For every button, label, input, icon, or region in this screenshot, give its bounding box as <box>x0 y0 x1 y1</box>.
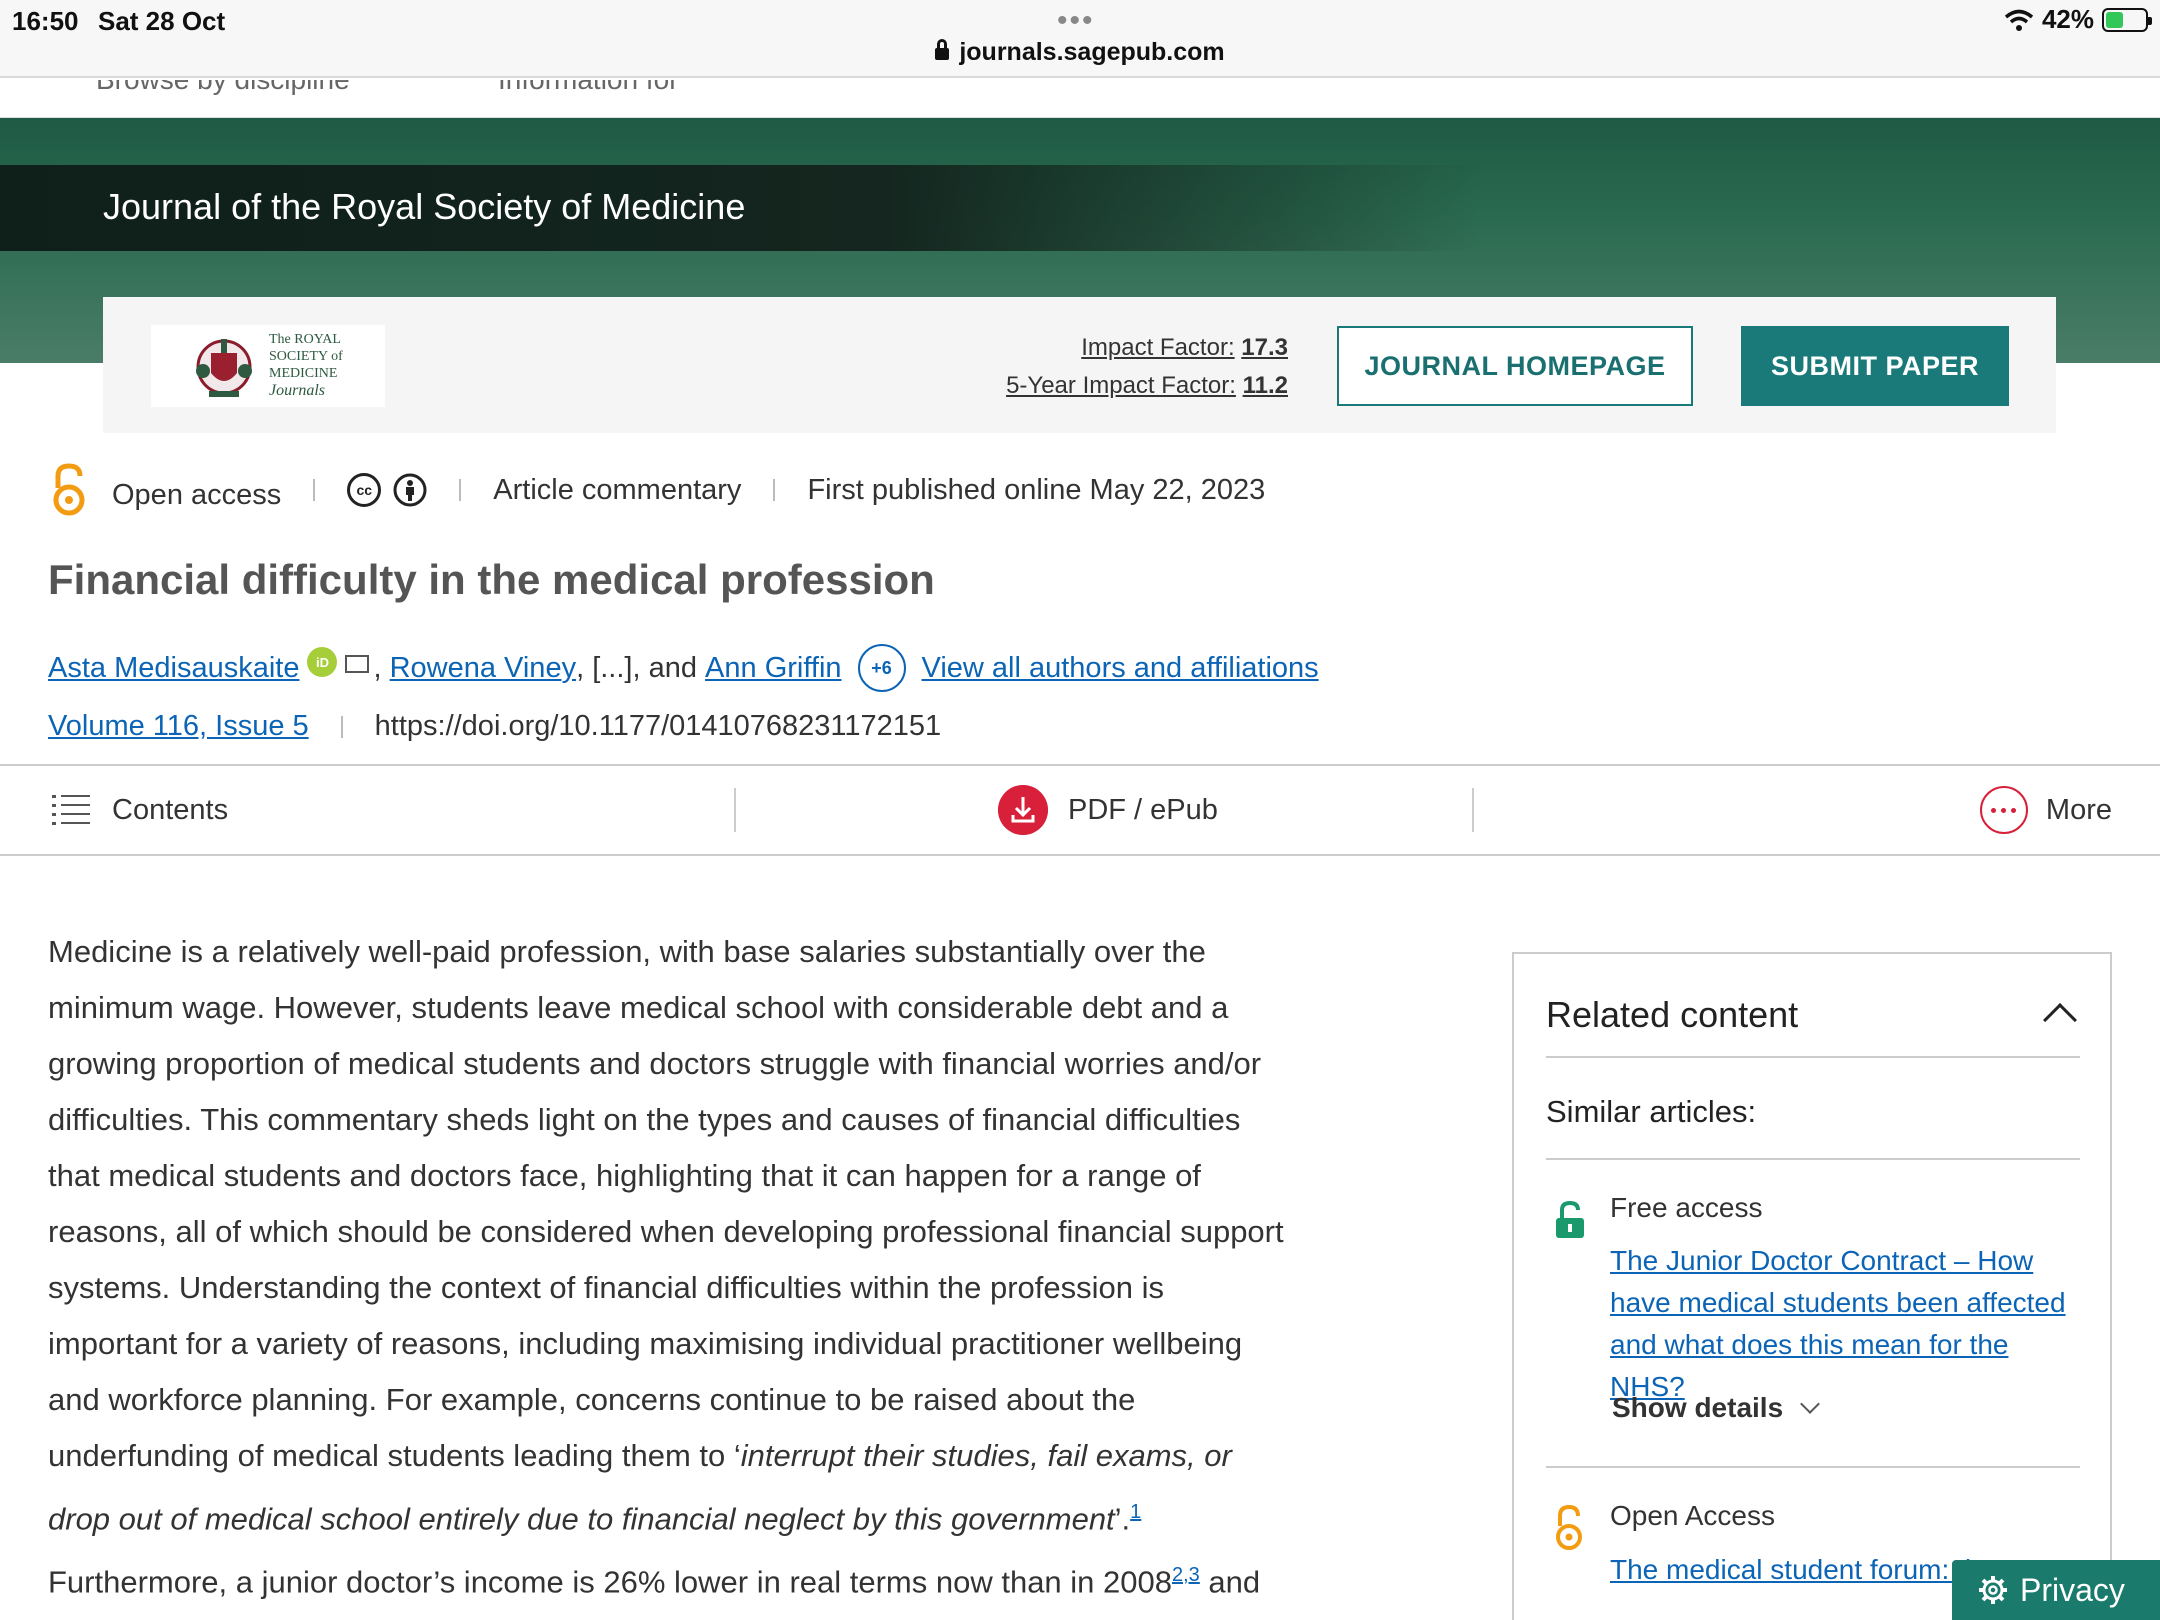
authors-ellipsis[interactable]: , [...], and <box>576 652 705 685</box>
divider <box>340 715 343 738</box>
impact-factors[interactable]: Impact Factor: 17.3 5-Year Impact Factor… <box>1006 329 1288 405</box>
logo-wordmark: The ROYAL SOCIETY of MEDICINE Journals <box>269 332 343 399</box>
author-link[interactable]: Asta Medisauskaite <box>48 652 299 685</box>
attribution-icon[interactable] <box>393 473 427 507</box>
reference-link[interactable]: 2,3 <box>1172 1564 1200 1586</box>
volume-issue-link[interactable]: Volume 116, Issue 5 <box>48 710 309 743</box>
pdf-label: PDF / ePub <box>1068 793 1218 826</box>
chevron-up-icon[interactable] <box>2043 1003 2077 1037</box>
free-access-label: Free access <box>1610 1192 1763 1223</box>
crest-icon <box>196 339 252 397</box>
multitasking-dots-icon[interactable]: ••• <box>1057 4 1095 38</box>
date: Sat 28 Oct <box>98 6 226 36</box>
list-icon <box>52 795 90 825</box>
more-authors-badge[interactable]: +6 <box>857 644 906 692</box>
clock: 16:50 <box>12 6 79 36</box>
open-access-icon <box>53 463 85 516</box>
pdf-epub-button[interactable]: PDF / ePub <box>998 766 1218 854</box>
wifi-icon <box>2004 9 2034 31</box>
journal-homepage-button[interactable]: JOURNAL HOMEPAGE <box>1337 326 1693 406</box>
url-text: journals.sagepub.com <box>959 38 1225 66</box>
access-label: Open access <box>112 478 282 511</box>
open-access-icon <box>1556 1504 1582 1550</box>
open-access-label: Open Access <box>1610 1500 1775 1531</box>
chevron-down-icon <box>1800 1394 1821 1414</box>
reference-link[interactable]: 1 <box>1130 1501 1141 1523</box>
browse-by-discipline-link[interactable]: Browse by discipline <box>96 80 350 96</box>
divider <box>313 479 316 501</box>
contents-label: Contents <box>112 793 229 826</box>
information-for-link[interactable]: Information for <box>498 80 679 96</box>
divider <box>773 479 776 501</box>
journal-logo[interactable]: The ROYAL SOCIETY of MEDICINE Journals <box>151 325 385 407</box>
contents-button[interactable]: Contents <box>52 766 228 854</box>
article-body: Medicine is a relatively well-paid profe… <box>48 934 1284 1600</box>
related-content-panel: Related content Similar articles: Free a… <box>1512 952 2112 1620</box>
doi-text[interactable]: https://doi.org/10.1177/0141076823117215… <box>375 710 942 743</box>
related-article: Free access The Junior Doctor Contract –… <box>1546 1192 2080 1468</box>
site-subnav: Browse by discipline Information for <box>0 80 2160 118</box>
battery-icon <box>2102 7 2152 32</box>
related-content-header[interactable]: Related content <box>1546 994 2080 1058</box>
creative-commons-icon[interactable]: cc <box>347 473 382 507</box>
author-list: Asta Medisauskaite iD , Rowena Viney , [… <box>48 644 1319 692</box>
gear-icon <box>1979 1576 2007 1604</box>
email-icon[interactable] <box>345 655 370 673</box>
privacy-button[interactable]: Privacy <box>1952 1560 2160 1620</box>
similar-articles-label: Similar articles: <box>1546 1094 2080 1160</box>
status-icons: 42% <box>2004 4 2152 35</box>
article-toolbar: Contents PDF / ePub More <box>0 764 2160 856</box>
unlocked-icon <box>1556 1200 1584 1238</box>
volume-row: Volume 116, Issue 5 https://doi.org/10.1… <box>48 710 941 743</box>
publication-date: First published online May 22, 2023 <box>807 473 1266 506</box>
journal-title[interactable]: Journal of the Royal Society of Medicine <box>103 186 745 228</box>
more-label: More <box>2045 793 2112 826</box>
show-details-button[interactable]: Show details <box>1612 1392 1821 1424</box>
orcid-icon[interactable]: iD <box>307 647 338 677</box>
battery-percent: 42% <box>2041 4 2094 34</box>
related-article-link[interactable]: The medical student forum: the <box>1610 1554 1996 1586</box>
lock-icon <box>935 39 950 60</box>
article-type: Article commentary <box>493 473 742 506</box>
view-all-authors-link[interactable]: View all authors and affiliations <box>922 652 1319 685</box>
more-button[interactable]: More <box>1979 766 2112 854</box>
download-icon <box>998 785 1048 835</box>
article-title: Financial difficulty in the medical prof… <box>48 556 935 603</box>
status-bar: 16:50 Sat 28 Oct ••• journals.sagepub.co… <box>0 0 2160 78</box>
author-link[interactable]: Rowena Viney <box>390 652 576 685</box>
related-article-link[interactable]: The Junior Doctor Contract – How have me… <box>1610 1240 2080 1408</box>
journal-info-card: The ROYAL SOCIETY of MEDICINE Journals I… <box>103 297 2056 433</box>
five-year-impact-factor: 5-Year Impact Factor: 11.2 <box>1006 372 1288 399</box>
divider <box>459 479 462 501</box>
author-link[interactable]: Ann Griffin <box>705 652 841 685</box>
submit-paper-button[interactable]: SUBMIT PAPER <box>1741 326 2009 406</box>
body-paragraph: Medicine is a relatively well-paid profe… <box>48 934 1284 1473</box>
more-dots-icon <box>1979 786 2028 834</box>
impact-factor: Impact Factor: 17.3 <box>1081 334 1288 361</box>
article-meta: Open access cc Article commentary First … <box>50 460 1265 520</box>
address-bar[interactable]: journals.sagepub.com <box>0 38 2160 67</box>
